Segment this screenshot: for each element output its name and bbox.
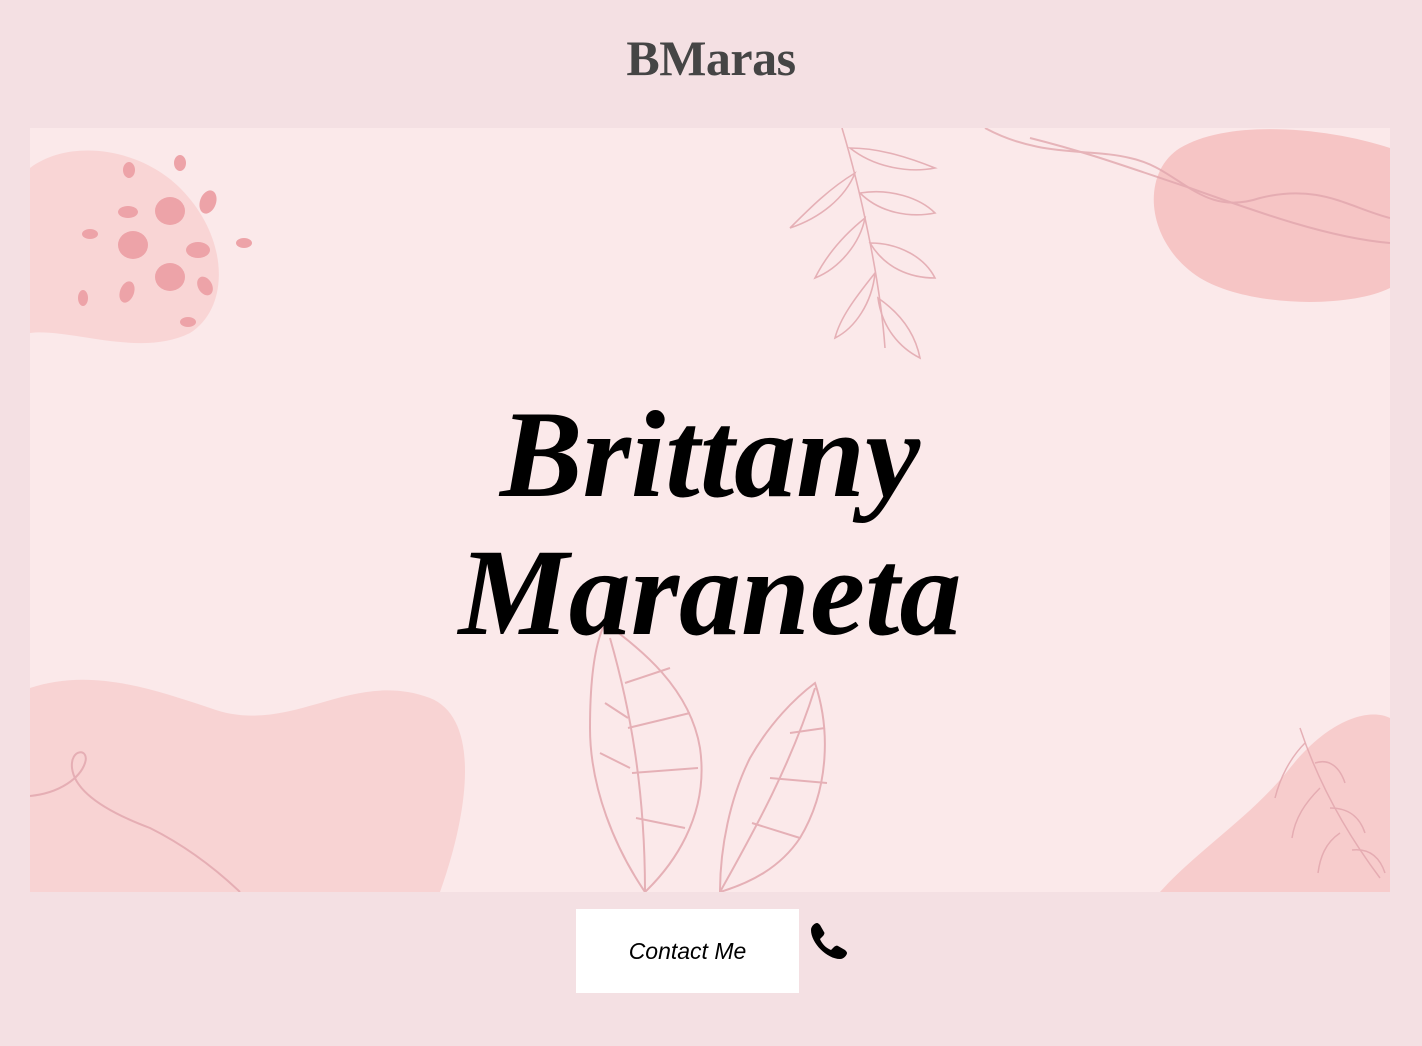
phone-icon[interactable]: [809, 921, 849, 961]
hero-banner: Brittany Maraneta: [30, 128, 1390, 892]
site-logo[interactable]: BMaras: [0, 28, 1422, 88]
contact-row: Contact Me: [576, 909, 849, 993]
contact-me-button[interactable]: Contact Me: [576, 909, 799, 993]
hero-last-name: Maraneta: [458, 524, 962, 661]
hero-first-name: Brittany: [499, 386, 921, 523]
hero-name-heading: Brittany Maraneta: [30, 386, 1390, 662]
page: BMaras Brittany Maraneta Contact Me: [0, 0, 1422, 1046]
